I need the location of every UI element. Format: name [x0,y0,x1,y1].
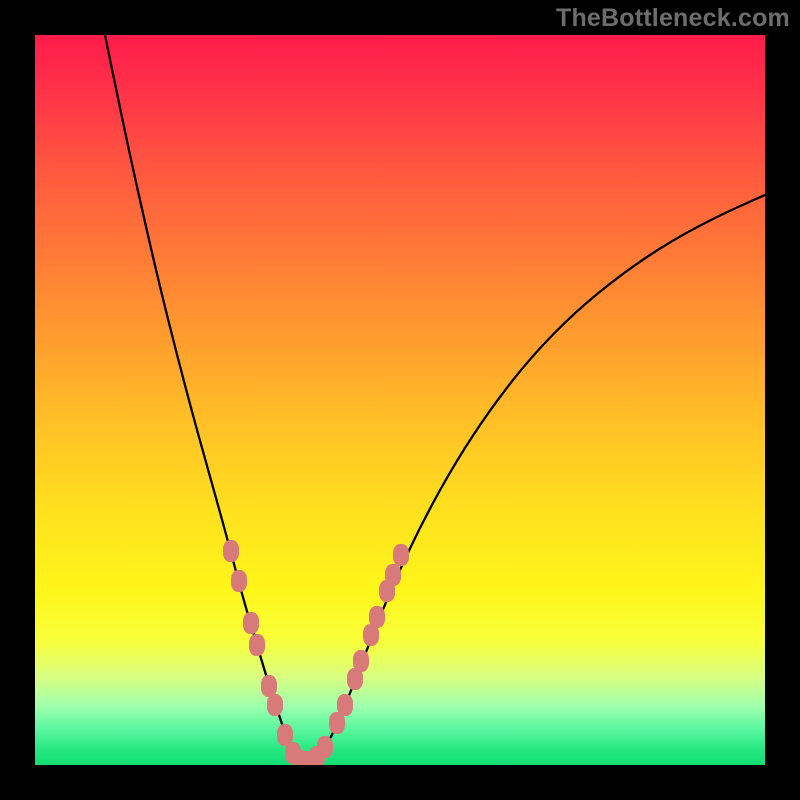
watermark-text: TheBottleneck.com [556,4,790,33]
bottleneck-curve [35,35,765,765]
data-marker [243,612,259,634]
data-marker [337,694,353,716]
data-marker [369,606,385,628]
data-marker [317,736,333,758]
data-marker [393,544,409,566]
plot-area [35,35,765,765]
chart-frame: TheBottleneck.com [0,0,800,800]
data-marker [223,540,239,562]
data-marker [261,675,277,697]
data-marker [249,634,265,656]
data-marker [267,694,283,716]
data-marker [385,564,401,586]
data-marker [353,650,369,672]
curve-path [105,35,765,763]
data-marker [231,570,247,592]
